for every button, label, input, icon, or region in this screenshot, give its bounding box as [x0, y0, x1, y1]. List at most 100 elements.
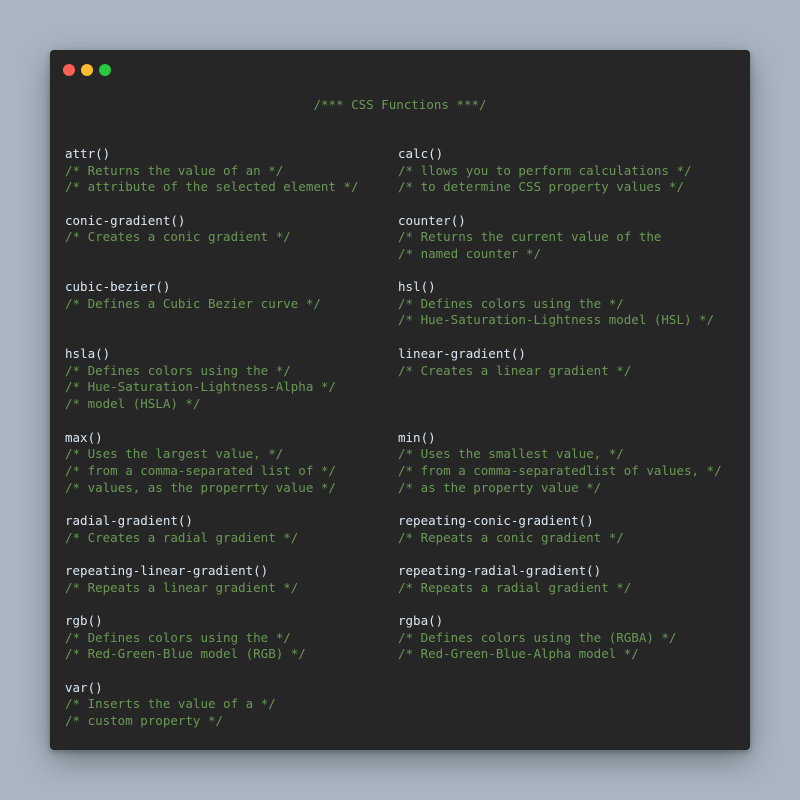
function-name-text: repeating-linear-gradient [65, 563, 254, 578]
function-name: var() [65, 680, 276, 697]
minimize-button[interactable] [81, 64, 93, 76]
function-comment: /* Defines colors using the (RGBA) */ [398, 629, 677, 645]
function-parens: () [155, 279, 171, 294]
function-name-text: repeating-radial-gradient [398, 563, 587, 578]
function-entry-max: max()/* Uses the largest value, *//* fro… [65, 430, 336, 497]
function-name-text: hsl [398, 279, 421, 294]
function-name: radial-gradient() [65, 513, 298, 530]
function-name: rgba() [398, 613, 676, 630]
function-entry-hsl: hsl()/* Defines colors using the *//* Hu… [398, 279, 714, 329]
title-comment: /*** CSS Functions ***/ [313, 97, 487, 112]
function-comment: /* model (HSLA) */ [65, 396, 201, 412]
function-comment: /* named counter */ [398, 245, 541, 261]
function-name-text: linear-gradient [398, 346, 511, 361]
function-name-text: calc [398, 146, 429, 161]
code-window: /*** CSS Functions ***/ attr()/* Returns… [50, 50, 750, 750]
function-comment: /* Uses the largest value, */ [65, 446, 284, 462]
function-name-text: repeating-conic-gradient [398, 513, 579, 528]
function-name: hsl() [398, 279, 714, 296]
function-name-text: cubic-bezier [65, 279, 156, 294]
function-parens: () [87, 429, 103, 445]
function-entry-rgba: rgba()/* Defines colors using the (RGBA)… [398, 613, 676, 663]
function-name-text: max [65, 429, 88, 445]
close-button[interactable] [63, 64, 75, 76]
function-name: max() [65, 430, 336, 447]
function-comment: /* Repeats a radial gradient */ [398, 579, 632, 595]
function-parens: () [428, 146, 444, 161]
function-comment: /* Red-Green-Blue-Alpha model */ [398, 646, 639, 662]
function-comment: /* Creates a conic gradient */ [65, 229, 291, 245]
function-comment: /* Hue-Saturation-Lightness-Alpha */ [65, 379, 336, 395]
function-name: rgb() [65, 613, 306, 630]
function-name-text: conic-gradient [65, 212, 171, 228]
function-parens: () [578, 513, 594, 528]
function-entry-rgb: rgb()/* Defines colors using the *//* Re… [65, 613, 306, 663]
function-comment: /* Returns the current value of the [398, 229, 662, 245]
function-comment: /* Inserts the value of a */ [65, 696, 276, 712]
function-entry-cubic-bezier: cubic-bezier()/* Defines a Cubic Bezier … [65, 279, 321, 312]
function-parens: () [95, 346, 111, 361]
function-name: calc() [398, 146, 692, 163]
function-entry-conic-gradient: conic-gradient()/* Creates a conic gradi… [65, 213, 291, 246]
function-comment: /* values, as the properrty value */ [65, 479, 336, 495]
function-parens: () [253, 563, 269, 578]
function-name: repeating-conic-gradient() [398, 513, 624, 530]
function-comment: /* from a comma-separated list of */ [65, 462, 336, 478]
function-entry-hsla: hsla()/* Defines colors using the *//* H… [65, 346, 336, 413]
function-name-text: var [65, 679, 88, 695]
function-entry-repeating-radial-gradient: repeating-radial-gradient()/* Repeats a … [398, 563, 631, 596]
function-name: hsla() [65, 346, 336, 363]
function-entry-linear-gradient: linear-gradient()/* Creates a linear gra… [398, 346, 631, 379]
function-name: conic-gradient() [65, 213, 291, 230]
function-comment: /* Repeats a linear gradient */ [65, 579, 299, 595]
function-name-text: hsla [65, 346, 96, 361]
function-comment: /* Creates a linear gradient */ [398, 362, 632, 378]
function-comment: /* Defines a Cubic Bezier curve */ [65, 295, 321, 311]
function-parens: () [87, 613, 103, 628]
function-entry-radial-gradient: radial-gradient()/* Creates a radial gra… [65, 513, 298, 546]
function-name: repeating-linear-gradient() [65, 563, 298, 580]
function-parens: () [450, 212, 466, 228]
function-name-text: radial-gradient [65, 513, 178, 528]
function-name-text: rgb [65, 613, 88, 628]
function-entry-repeating-linear-gradient: repeating-linear-gradient()/* Repeats a … [65, 563, 298, 596]
function-comment: /* attribute of the selected element */ [65, 179, 359, 195]
function-entry-calc: calc()/* llows you to perform calculatio… [398, 146, 692, 196]
maximize-button[interactable] [99, 64, 111, 76]
function-comment: /* Hue-Saturation-Lightness model (HSL) … [398, 312, 715, 328]
function-parens: () [420, 279, 436, 294]
function-parens: () [420, 429, 436, 445]
function-name-text: counter [398, 212, 451, 228]
function-name: attr() [65, 146, 359, 163]
function-parens: () [170, 212, 186, 228]
function-name-text: rgba [398, 613, 429, 628]
function-name: repeating-radial-gradient() [398, 563, 631, 580]
function-comment: /* to determine CSS property values */ [398, 179, 684, 195]
function-comment: /* Defines colors using the */ [65, 362, 291, 378]
function-entry-attr: attr()/* Returns the value of an *//* at… [65, 146, 359, 196]
function-name-text: attr [65, 146, 96, 161]
function-name-text: min [398, 429, 421, 445]
function-comment: /* Red-Green-Blue model (RGB) */ [65, 646, 306, 662]
function-name: min() [398, 430, 722, 447]
function-comment: /* Repeats a conic gradient */ [398, 529, 624, 545]
function-parens: () [87, 679, 103, 695]
function-entry-repeating-conic-gradient: repeating-conic-gradient()/* Repeats a c… [398, 513, 624, 546]
function-comment: /* as the property value */ [398, 479, 602, 495]
function-comment: /* Defines colors using the */ [65, 629, 291, 645]
function-comment: /* Creates a radial gradient */ [65, 529, 299, 545]
function-comment: /* custom property */ [65, 712, 224, 728]
function-name: counter() [398, 213, 661, 230]
function-comment: /* llows you to perform calculations */ [398, 162, 692, 178]
function-parens: () [586, 563, 602, 578]
function-name: cubic-bezier() [65, 279, 321, 296]
function-entry-min: min()/* Uses the smallest value, *//* fr… [398, 430, 722, 497]
function-comment: /* Uses the smallest value, */ [398, 446, 624, 462]
function-comment: /* from a comma-separatedlist of values,… [398, 462, 722, 478]
function-entry-counter: counter()/* Returns the current value of… [398, 213, 661, 263]
function-name: linear-gradient() [398, 346, 631, 363]
function-parens: () [510, 346, 526, 361]
function-entry-var: var()/* Inserts the value of a *//* cust… [65, 680, 276, 730]
function-parens: () [177, 513, 193, 528]
function-comment: /* Returns the value of an */ [65, 162, 284, 178]
